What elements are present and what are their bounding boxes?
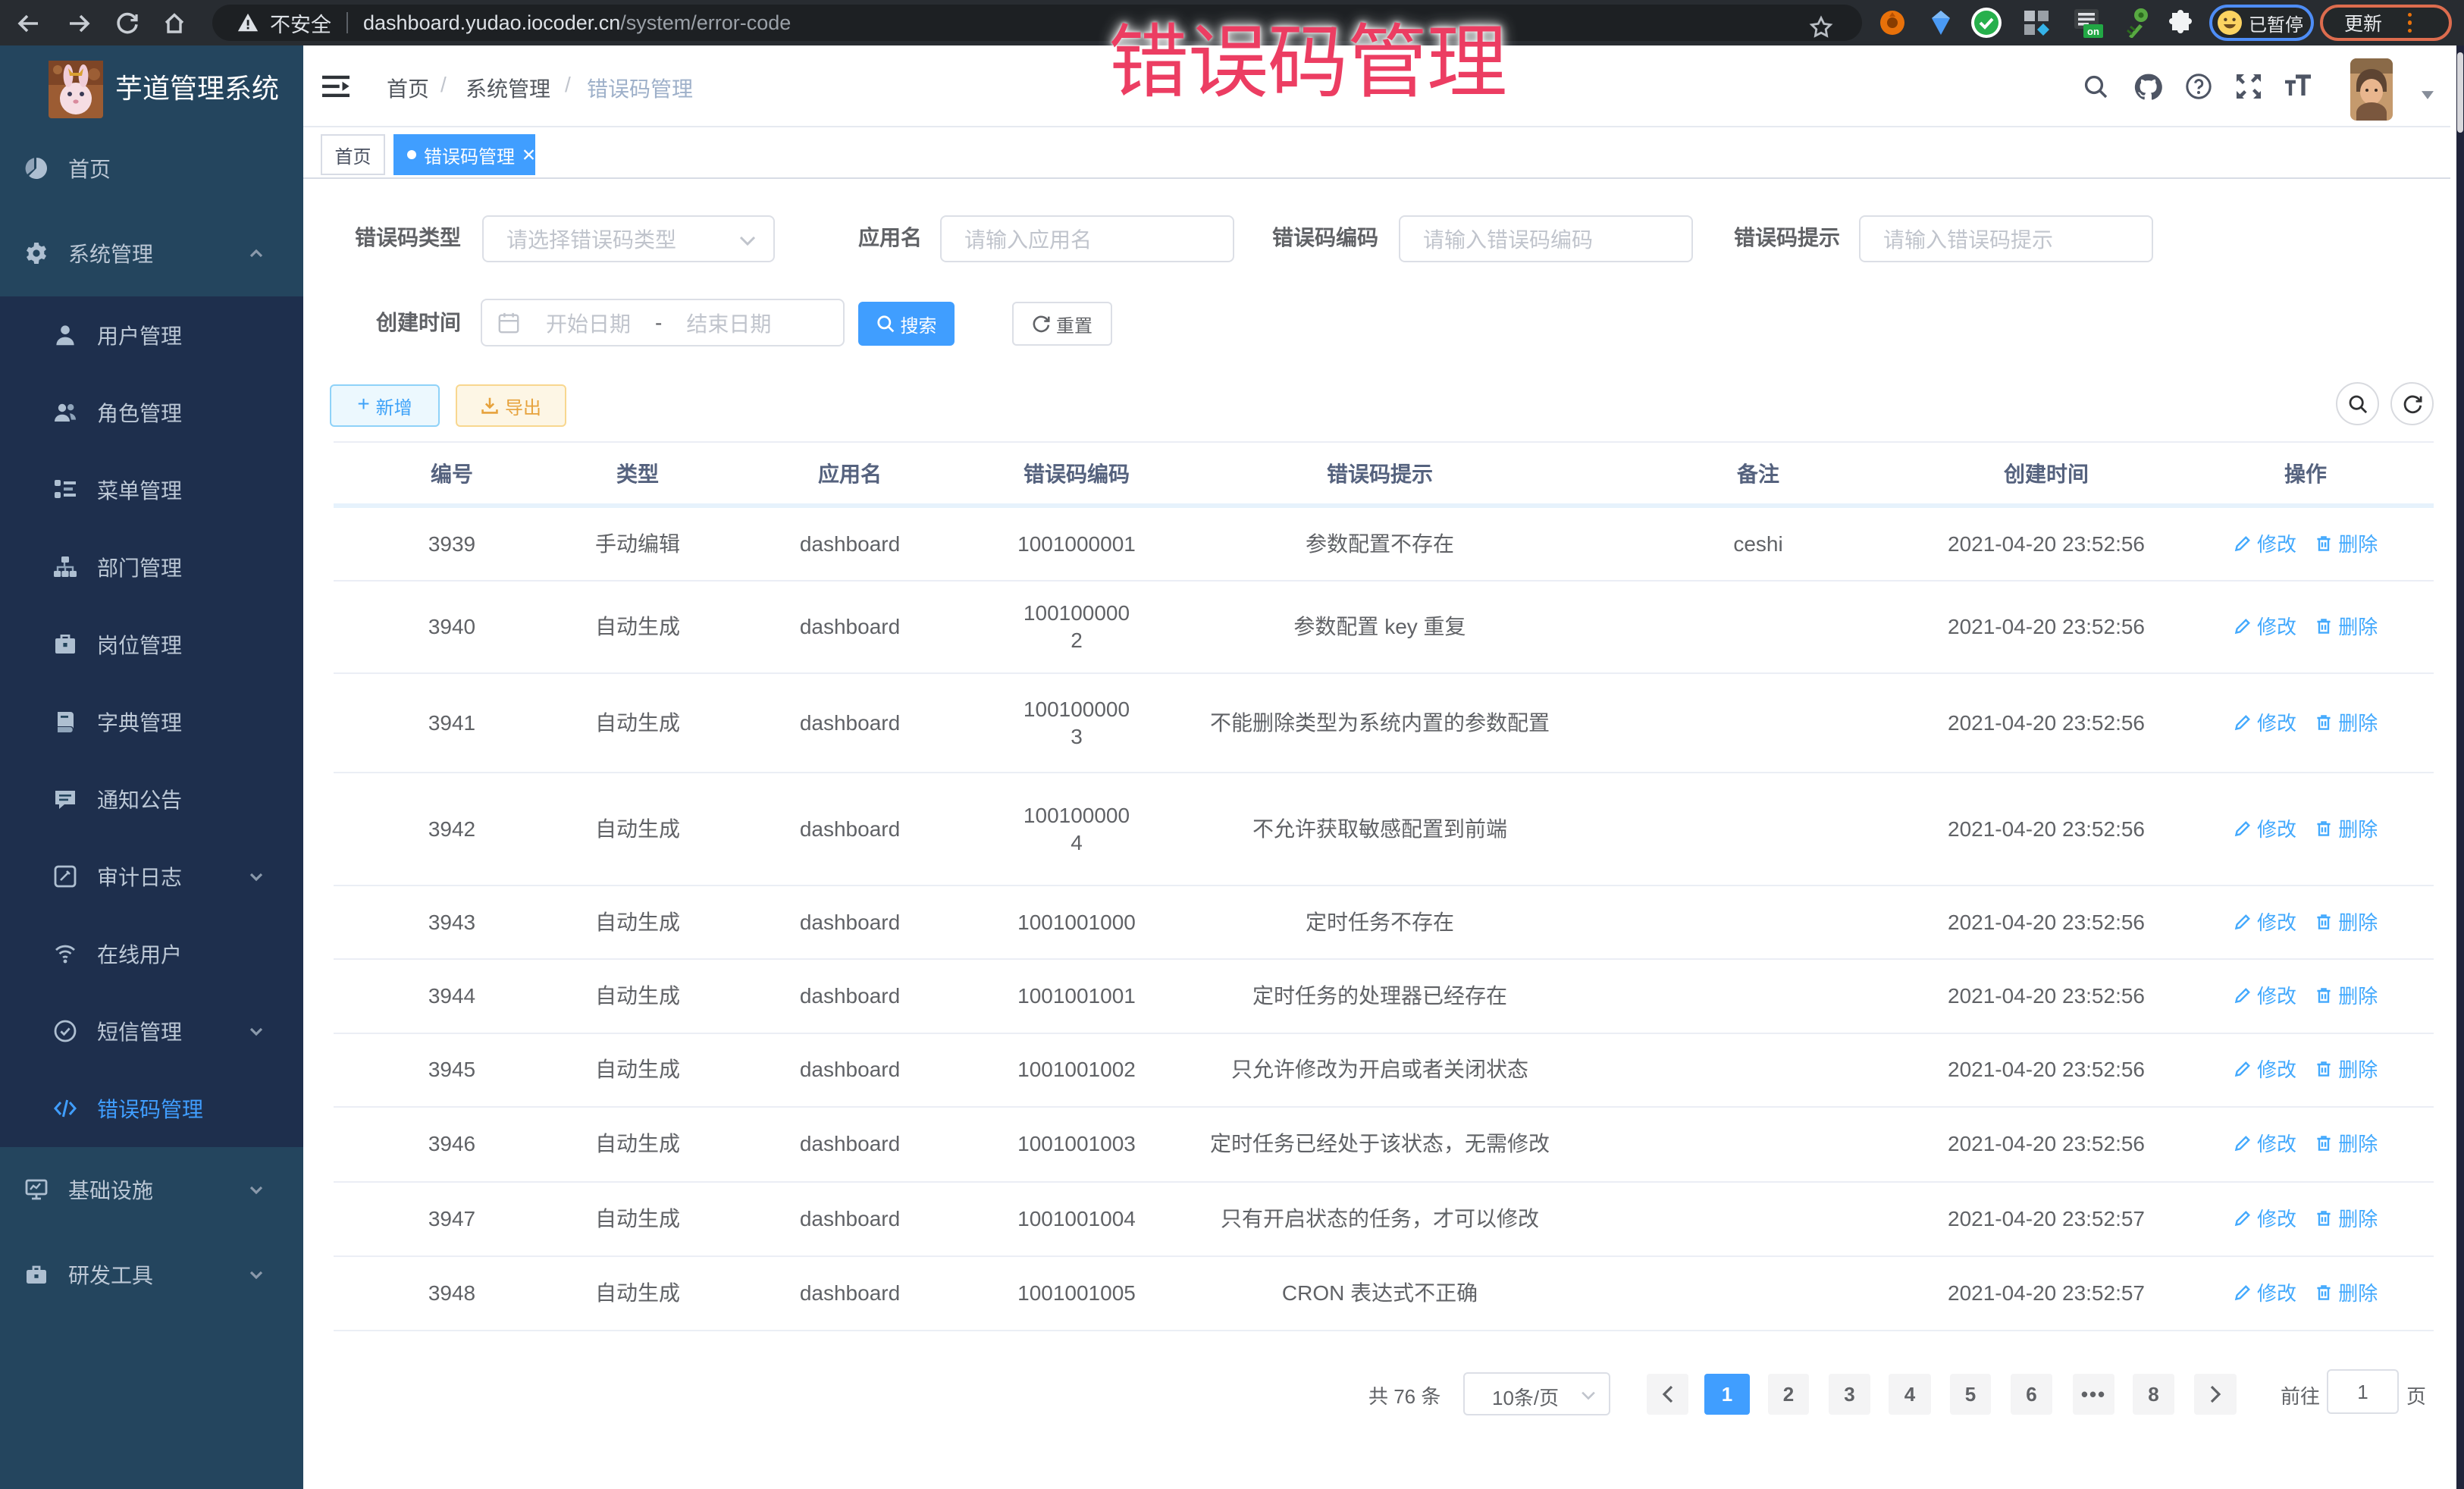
svg-text:on: on [2087, 26, 2099, 37]
